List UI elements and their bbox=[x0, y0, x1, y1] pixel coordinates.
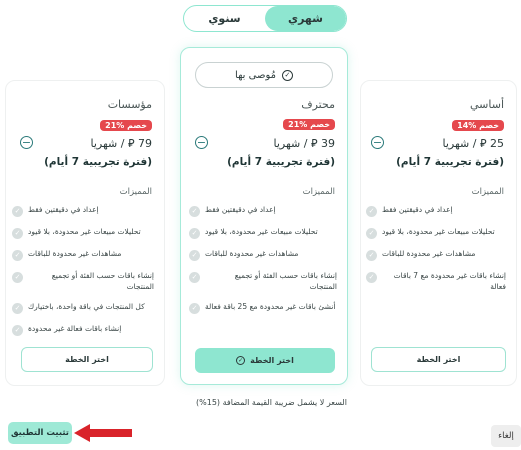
plan-price: 25 ⃁ / شهريا bbox=[442, 137, 504, 150]
cancel-button[interactable]: إلغاء bbox=[491, 425, 521, 447]
features-list: ✓ إعداد في دقيقتين فقط ✓ تحليلات مبيعات غي… bbox=[189, 205, 337, 324]
feature-item: ✓ كل المنتجات في باقة واحدة، باختيارك bbox=[12, 302, 154, 314]
check-icon: ✓ bbox=[189, 303, 200, 314]
billing-period-toggle: سنوي شهري bbox=[183, 5, 347, 32]
riyal-icon: ⃁ bbox=[479, 137, 487, 150]
choose-plan-button[interactable]: اختر الخطة bbox=[371, 347, 506, 372]
plan-price: 39 ⃁ / شهريا bbox=[273, 137, 335, 150]
trial-text: (فترة تجريبية 7 أيام) bbox=[44, 156, 152, 168]
check-icon: ✓ bbox=[12, 206, 23, 217]
choose-plan-button[interactable]: اختر الخطة bbox=[21, 347, 153, 372]
plan-card-basic: أساسي 14% خصم 25 ⃁ / شهريا − (فترة تجريب… bbox=[360, 80, 517, 386]
plan-card-professional: ✓ مُوصى بها محترف 21% خصم 39 ⃁ / شهريا −… bbox=[180, 47, 348, 385]
feature-item: ✓ تحليلات مبيعات غير محدودة، بلا قيود bbox=[366, 227, 506, 239]
choose-plan-button[interactable]: اختر الخطة ✓ bbox=[195, 348, 335, 373]
check-icon: ✓ bbox=[12, 272, 23, 283]
feature-item: ✓ إعداد في دقيقتين فقط bbox=[366, 205, 506, 217]
riyal-icon: ⃁ bbox=[310, 137, 318, 150]
yearly-option[interactable]: سنوي bbox=[184, 6, 265, 31]
feature-item: ✓ إنشاء باقات حسب الفئة أو تجميع المنتجات bbox=[189, 271, 337, 292]
discount-badge: 21% خصم bbox=[283, 119, 335, 130]
check-icon: ✓ bbox=[189, 228, 200, 239]
install-app-button[interactable]: تثبيت التطبيق bbox=[8, 422, 72, 444]
feature-item: ✓ إنشاء باقات فعالة غير محدودة bbox=[12, 324, 154, 336]
plan-price: 79 ⃁ / شهريا bbox=[90, 137, 152, 150]
plan-name: مؤسسات bbox=[107, 98, 152, 111]
riyal-icon: ⃁ bbox=[127, 137, 135, 150]
recommended-badge: ✓ مُوصى بها bbox=[195, 62, 333, 88]
features-list: ✓ إعداد في دقيقتين فقط ✓ تحليلات مبيعات غي… bbox=[12, 205, 154, 346]
check-icon: ✓ bbox=[366, 206, 377, 217]
check-icon: ✓ bbox=[189, 206, 200, 217]
check-icon: ✓ bbox=[366, 272, 377, 283]
tax-note: السعر لا يشمل ضريبة القيمة المضافة (15%) bbox=[196, 398, 347, 407]
features-title: المميزات bbox=[471, 187, 504, 197]
features-title: المميزات bbox=[119, 187, 152, 197]
discount-badge: 14% خصم bbox=[452, 120, 504, 131]
check-circle-icon: ✓ bbox=[236, 356, 246, 365]
plan-name: محترف bbox=[301, 98, 335, 111]
feature-item: ✓ إنشاء باقات حسب الفئة أو تجميع المنتجات bbox=[12, 271, 154, 292]
features-list: ✓ إعداد في دقيقتين فقط ✓ تحليلات مبيعات غي… bbox=[366, 205, 506, 302]
feature-item: ✓ إعداد في دقيقتين فقط bbox=[12, 205, 154, 217]
collapse-icon[interactable]: − bbox=[195, 136, 208, 149]
feature-item: ✓ إنشاء باقات غير محدودة مع 7 باقات فعالة bbox=[366, 271, 506, 292]
check-icon: ✓ bbox=[12, 228, 23, 239]
trial-text: (فترة تجريبية 7 أيام) bbox=[227, 156, 335, 168]
trial-text: (فترة تجريبية 7 أيام) bbox=[396, 156, 504, 168]
discount-badge: 21% خصم bbox=[100, 120, 152, 131]
check-icon: ✓ bbox=[189, 250, 200, 261]
check-icon: ✓ bbox=[366, 250, 377, 261]
check-icon: ✓ bbox=[12, 250, 23, 261]
check-icon: ✓ bbox=[12, 325, 23, 336]
feature-item: ✓ أنشئ باقات غير محدودة مع 25 باقة فعالة bbox=[189, 302, 337, 314]
collapse-icon[interactable]: − bbox=[371, 136, 384, 149]
features-title: المميزات bbox=[302, 187, 335, 197]
feature-item: ✓ إعداد في دقيقتين فقط bbox=[189, 205, 337, 217]
collapse-icon[interactable]: − bbox=[20, 136, 33, 149]
check-icon: ✓ bbox=[366, 228, 377, 239]
check-icon: ✓ bbox=[12, 303, 23, 314]
red-arrow-icon bbox=[74, 424, 132, 442]
check-icon: ✓ bbox=[189, 272, 200, 283]
feature-item: ✓ تحليلات مبيعات غير محدودة، بلا قيود bbox=[189, 227, 337, 239]
check-circle-icon: ✓ bbox=[281, 69, 293, 81]
feature-item: ✓ مشاهدات غير محدودة للباقات bbox=[12, 249, 154, 261]
monthly-option[interactable]: شهري bbox=[265, 6, 346, 31]
plan-card-enterprise: مؤسسات 21% خصم 79 ⃁ / شهريا − (فترة تجري… bbox=[5, 80, 165, 386]
feature-item: ✓ مشاهدات غير محدودة للباقات bbox=[366, 249, 506, 261]
plan-name: أساسي bbox=[469, 98, 504, 111]
feature-item: ✓ تحليلات مبيعات غير محدودة، بلا قيود bbox=[12, 227, 154, 239]
feature-item: ✓ مشاهدات غير محدودة للباقات bbox=[189, 249, 337, 261]
